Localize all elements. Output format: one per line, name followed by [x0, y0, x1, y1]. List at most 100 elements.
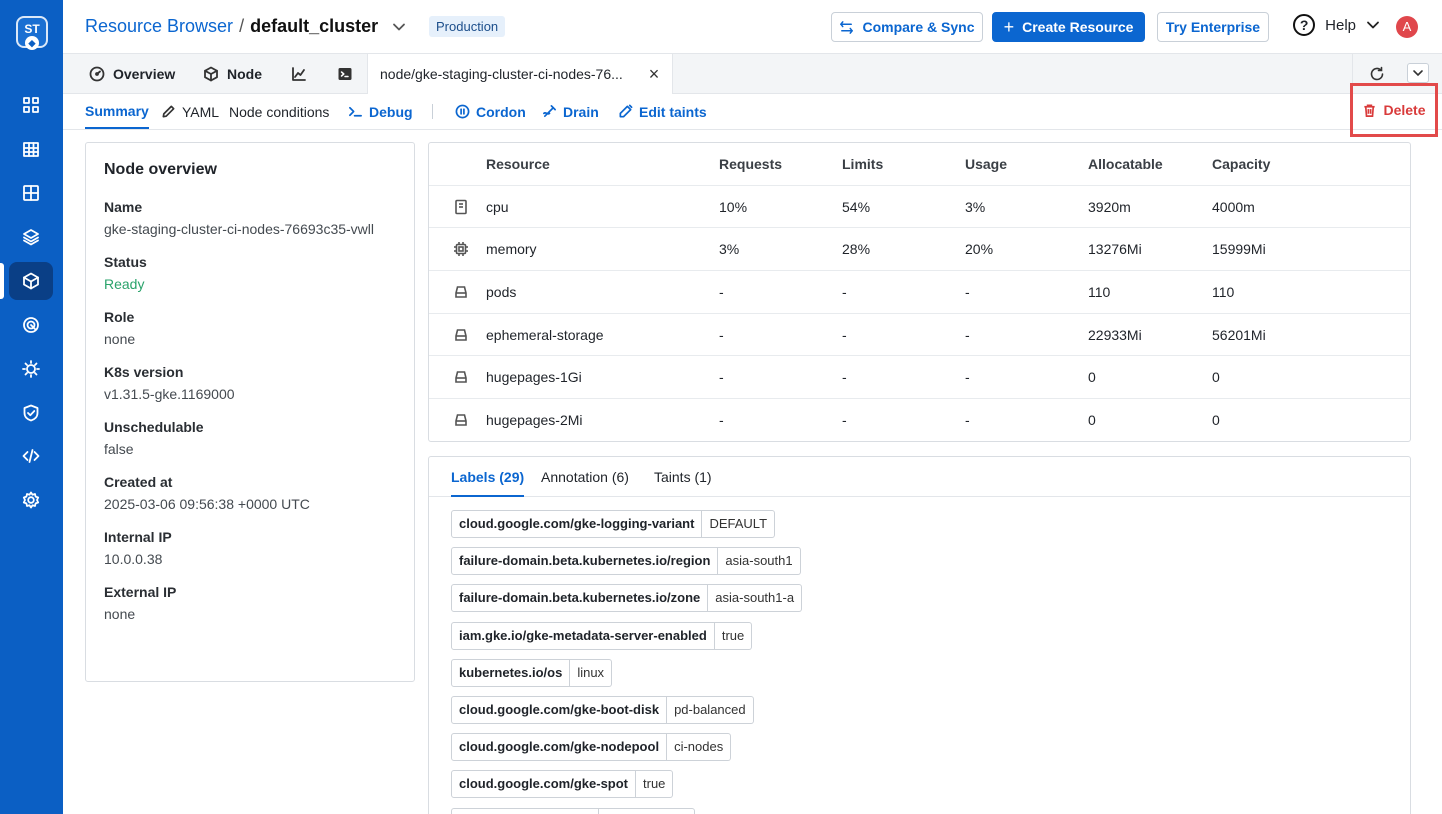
field-key: Status — [104, 254, 147, 270]
table-row: hugepages-1Gi - - - 0 0 — [429, 356, 1410, 400]
delete-label: Delete — [1383, 102, 1426, 118]
terminal-prompt-icon — [349, 106, 362, 117]
target-icon[interactable] — [9, 306, 53, 344]
label-chip: failure-domain.beta.kubernetes.io/zone a… — [451, 584, 1410, 613]
tabs-dropdown-button[interactable] — [1407, 63, 1429, 83]
column-header: Limits — [842, 156, 884, 172]
tab-taints[interactable]: Taints (1) — [654, 457, 712, 497]
label-value: ci-nodes — [667, 733, 732, 762]
debug-button[interactable]: Debug — [348, 94, 413, 129]
close-icon[interactable]: × — [649, 64, 660, 85]
tab-node-detail[interactable]: node/gke-staging-cluster-ci-nodes-76... … — [367, 54, 673, 94]
yaml-tab[interactable]: YAML — [161, 94, 219, 129]
label-value — [599, 807, 695, 814]
refresh-icon[interactable] — [1369, 66, 1385, 82]
memory-icon — [454, 242, 468, 257]
logo-text: ST — [24, 22, 40, 36]
field-value: 10.0.0.38 — [104, 551, 163, 567]
label-key — [451, 807, 599, 814]
limits-value: - — [842, 326, 847, 343]
node-overview-card: Node overview Name gke-staging-cluster-c… — [85, 142, 415, 682]
label-chip: cloud.google.com/gke-nodepool ci-nodes — [451, 733, 1410, 762]
stack-icon[interactable] — [9, 218, 53, 256]
node-conditions-tab[interactable]: Node conditions — [229, 94, 329, 129]
field-unschedulable: Unschedulable false — [104, 419, 396, 457]
delete-button[interactable]: Delete — [1350, 83, 1438, 137]
cube-icon[interactable] — [9, 262, 53, 300]
grid-icon[interactable] — [9, 130, 53, 168]
chevron-down-icon[interactable] — [392, 20, 406, 34]
label-chip: failure-domain.beta.kubernetes.io/region… — [451, 547, 1410, 576]
capacity-value: 110 — [1212, 284, 1235, 301]
tab-terminal[interactable] — [337, 54, 353, 94]
node-overview-title: Node overview — [104, 161, 217, 178]
requests-value: - — [719, 284, 724, 301]
compare-sync-label: Compare & Sync — [862, 19, 975, 35]
label-value: asia-south1-a — [708, 584, 803, 613]
label-key: cloud.google.com/gke-boot-disk — [451, 695, 668, 724]
summary-tab[interactable]: Summary — [85, 94, 149, 129]
try-enterprise-button[interactable]: Try Enterprise — [1157, 12, 1269, 42]
table-header-row: Resource Requests Limits Usage Allocatab… — [429, 143, 1410, 186]
cluster-grid-icon[interactable] — [9, 174, 53, 212]
cluster-name[interactable]: default_cluster — [250, 16, 378, 37]
avatar[interactable]: A — [1396, 16, 1418, 38]
allocatable-value: 13276Mi — [1088, 241, 1142, 258]
status-ready-value: Ready — [104, 276, 145, 292]
edit-taints-icon — [619, 104, 633, 118]
label-key: failure-domain.beta.kubernetes.io/region — [451, 547, 719, 576]
resource-name: hugepages-1Gi — [486, 369, 582, 386]
edit-taints-button[interactable]: Edit taints — [618, 94, 707, 129]
shield-icon[interactable] — [9, 394, 53, 432]
logo-badge-icon: ◆ — [25, 36, 39, 50]
breadcrumb-resource-browser[interactable]: Resource Browser — [85, 16, 233, 37]
field-key: K8s version — [104, 364, 184, 380]
label-chip: cloud.google.com/gke-boot-disk pd-balanc… — [451, 695, 1410, 724]
column-header: Capacity — [1212, 156, 1271, 172]
tab-annotation[interactable]: Annotation (6) — [541, 457, 629, 497]
tab-node[interactable]: Node — [203, 54, 262, 94]
table-row: memory 3% 28% 20% 13276Mi 15999Mi — [429, 228, 1410, 272]
label-value: DEFAULT — [702, 510, 776, 538]
capacity-value: 0 — [1212, 369, 1220, 386]
app-logo[interactable]: ST ◆ — [16, 16, 48, 50]
requests-value: 3% — [719, 241, 740, 258]
table-row: pods - - - 110 110 — [429, 271, 1410, 314]
terminal-icon — [338, 68, 352, 80]
column-header: Requests — [719, 156, 783, 172]
create-resource-button[interactable]: + Create Resource — [992, 12, 1145, 42]
settings-icon[interactable] — [9, 481, 53, 519]
cordon-button[interactable]: Cordon — [455, 94, 526, 129]
apps-icon[interactable] — [9, 86, 53, 124]
label-chip: cloud.google.com/gke-logging-variant DEF… — [451, 510, 1410, 538]
tab-labels[interactable]: Labels (29) — [451, 457, 525, 497]
edit-taints-label: Edit taints — [639, 103, 707, 120]
usage-value: - — [965, 369, 970, 386]
tab-chart[interactable] — [291, 54, 307, 94]
allocatable-value: 0 — [1088, 412, 1096, 429]
yaml-label: YAML — [182, 103, 220, 120]
trash-icon — [1364, 104, 1376, 117]
help-icon: ? — [1293, 14, 1316, 36]
field-key: Created at — [104, 474, 173, 490]
requests-value: - — [719, 326, 724, 343]
compare-sync-button[interactable]: Compare & Sync — [831, 12, 983, 42]
field-status: Status Ready — [104, 254, 396, 292]
environment-badge: Production — [429, 16, 506, 37]
plus-icon: + — [1003, 17, 1015, 37]
label-value: true — [636, 770, 674, 799]
tab-overview[interactable]: Overview — [89, 54, 175, 94]
label-value: asia-south1 — [718, 547, 801, 576]
code-icon[interactable] — [9, 437, 53, 475]
usage-value: 3% — [965, 198, 986, 215]
field-name: Name gke-staging-cluster-ci-nodes-76693c… — [104, 199, 396, 237]
compare-arrows-icon — [840, 20, 854, 34]
drain-button[interactable]: Drain — [542, 94, 599, 129]
chevron-down-icon — [1413, 70, 1423, 77]
table-row: cpu 10% 54% 3% 3920m 4000m — [429, 186, 1410, 229]
help-menu[interactable]: ? Help — [1293, 14, 1380, 36]
bug-icon[interactable] — [9, 350, 53, 388]
field-role: Role none — [104, 309, 396, 347]
label-key: failure-domain.beta.kubernetes.io/zone — [451, 584, 709, 613]
field-key: Name — [104, 199, 143, 215]
